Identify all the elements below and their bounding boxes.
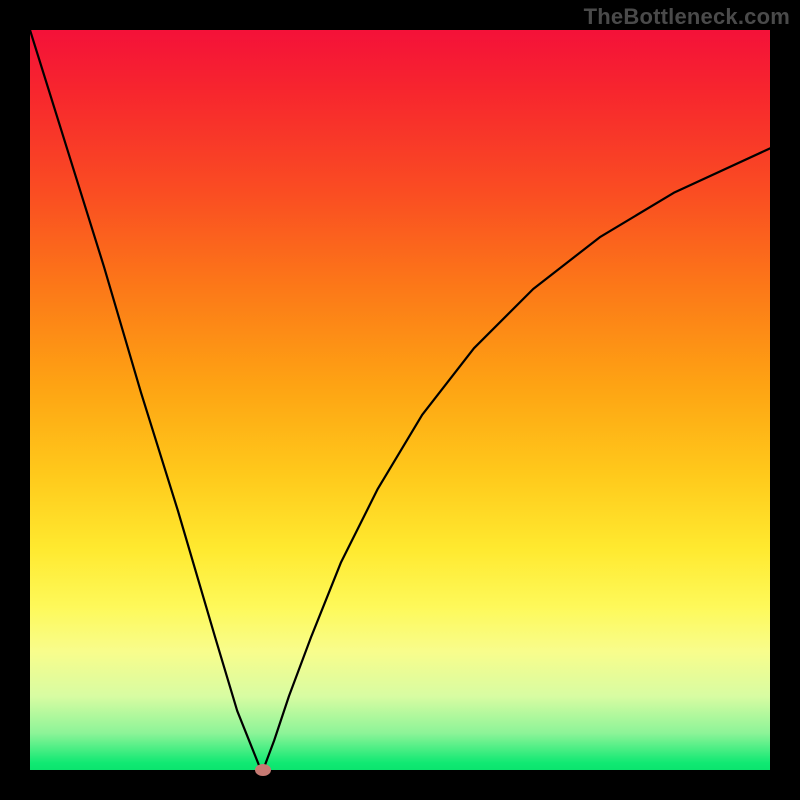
- plot-area: [30, 30, 770, 770]
- bottleneck-curve: [30, 30, 770, 770]
- minimum-marker: [255, 764, 271, 776]
- watermark-label: TheBottleneck.com: [584, 4, 790, 30]
- chart-frame: TheBottleneck.com: [0, 0, 800, 800]
